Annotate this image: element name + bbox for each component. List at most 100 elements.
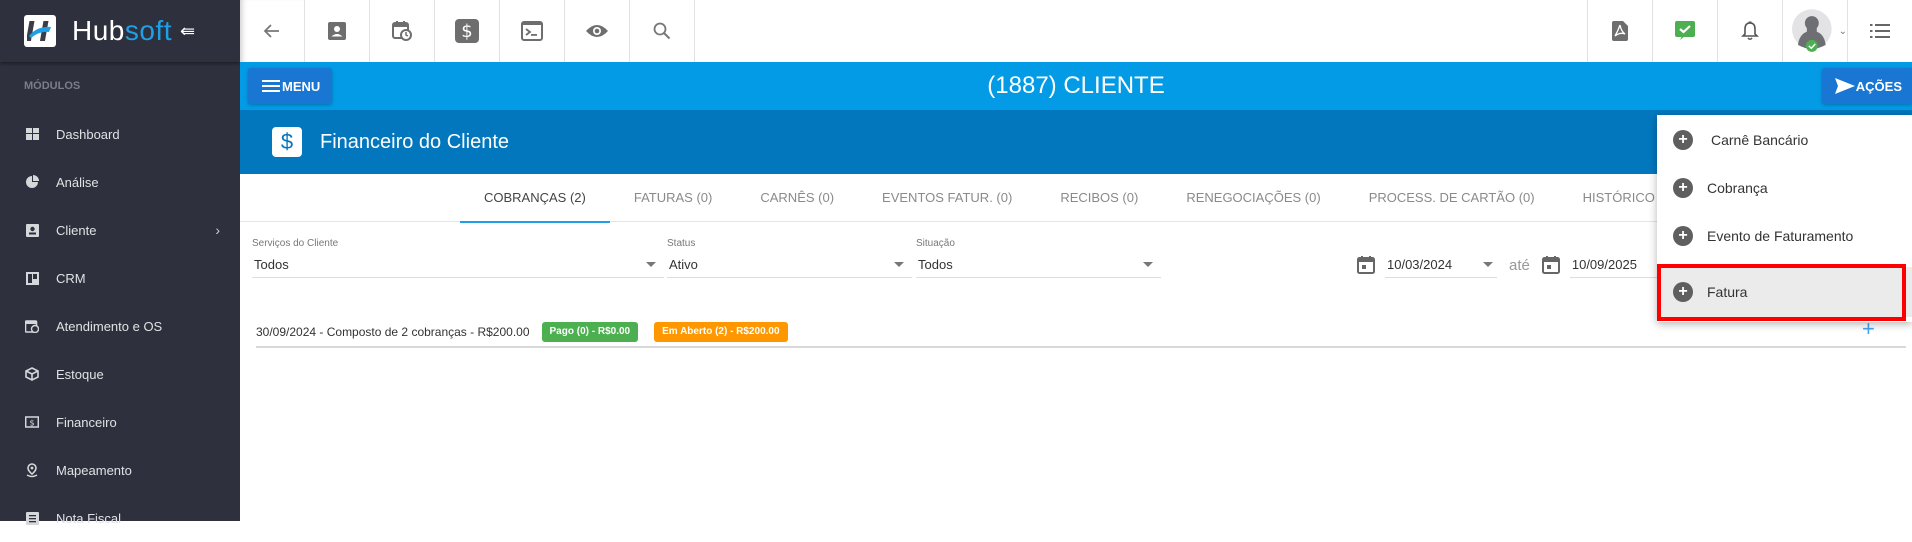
attendance-button[interactable] [370, 0, 435, 62]
back-arrow-icon [263, 24, 279, 38]
caret-down-icon [646, 262, 656, 267]
calendar-icon [1357, 256, 1375, 274]
view-button[interactable] [565, 0, 630, 62]
search-button[interactable] [630, 0, 695, 62]
sidebar-item-label: Nota Fiscal [56, 510, 122, 526]
sidebar-item-label: Financeiro [56, 414, 117, 430]
kanban-board-icon [24, 270, 40, 286]
back-button[interactable] [240, 0, 305, 62]
date-from-input[interactable]: 10/03/2024 [1385, 252, 1497, 278]
sidebar-item-crm[interactable]: CRM [0, 254, 240, 302]
contact-card-icon [24, 222, 40, 238]
modules-section-label: MÓDULOS [24, 80, 81, 92]
menu-button[interactable]: MENU [248, 68, 333, 104]
menu-label: MENU [282, 78, 321, 94]
actions-label: AÇÕES [1855, 78, 1902, 94]
plus-circle-icon: + [1673, 226, 1693, 246]
user-menu-button[interactable]: ⌄ [1782, 0, 1847, 62]
menu-item-cobranca[interactable]: + Cobrança [1657, 164, 1912, 212]
sidebar-item-dashboard[interactable]: Dashboard [0, 110, 240, 158]
open-badge[interactable]: Em Aberto (2) - R$200.00 [654, 322, 788, 342]
search-icon [653, 22, 671, 40]
tab-renegociacoes[interactable]: RENEGOCIAÇÕES (0) [1162, 174, 1344, 222]
sidebar-item-cliente[interactable]: Cliente › [0, 206, 240, 254]
date-separator: até [1509, 256, 1530, 274]
brand-bar: Hubsoft ⇚ [0, 0, 240, 62]
sidebar-item-estoque[interactable]: Estoque [0, 350, 240, 398]
menu-item-label: Cobrança [1707, 180, 1768, 196]
map-pin-icon [24, 462, 40, 478]
collapse-left-icon[interactable]: ⇚ [180, 21, 195, 42]
sidebar-item-nota-fiscal[interactable]: Nota Fiscal [0, 494, 240, 542]
situacao-select[interactable]: Todos [916, 252, 1161, 278]
terminal-button[interactable] [500, 0, 565, 62]
menu-item-fatura[interactable]: + Fatura [1657, 267, 1912, 317]
contact-card-icon [328, 22, 346, 40]
financial-button[interactable]: $ [435, 0, 500, 62]
top-toolbar: $ ⌄ [240, 0, 1912, 62]
sidebar-item-label: Estoque [56, 366, 104, 382]
actions-button[interactable]: AÇÕES [1821, 68, 1912, 104]
calendar-icon [1541, 256, 1560, 274]
tab-carnes[interactable]: CARNÊS (0) [736, 174, 858, 222]
sidebar-item-mapeamento[interactable]: Mapeamento [0, 446, 240, 494]
sidebar: Hubsoft ⇚ MÓDULOS Dashboard Análise Clie… [0, 0, 240, 526]
money-bill-icon: $ [24, 414, 40, 430]
hubsoft-logo[interactable] [24, 15, 56, 47]
date-range: 10/03/2024 até 10/09/2025 [1357, 252, 1682, 278]
menu-item-label: Carnê Bancário [1711, 132, 1809, 148]
sidebar-item-label: Cliente [56, 222, 97, 238]
pdf-button[interactable] [1587, 0, 1652, 62]
pie-chart-icon [24, 174, 40, 190]
sidebar-item-atendimento[interactable]: Atendimento e OS [0, 302, 240, 350]
date-from-value: 10/03/2024 [1387, 257, 1453, 272]
chat-check-icon [1675, 21, 1695, 40]
situacao-filter: Situação Todos [916, 238, 1161, 278]
svg-text:$: $ [29, 419, 34, 428]
tab-cobrancas[interactable]: COBRANÇAS (2) [460, 174, 610, 223]
send-icon [1834, 78, 1855, 94]
status-select[interactable]: Ativo [667, 252, 912, 278]
client-title: (1887) CLIENTE [987, 72, 1165, 99]
actions-dropdown-menu: + Carnê Bancário + Cobrança + Evento de … [1657, 115, 1912, 322]
sidebar-item-label: Mapeamento [56, 462, 132, 478]
calendar-clock-icon [392, 21, 412, 41]
dollar-icon: $ [272, 127, 302, 157]
situacao-select-value: Todos [918, 257, 953, 272]
sidebar-item-label: Atendimento e OS [56, 318, 163, 334]
tab-faturas[interactable]: FATURAS (0) [610, 174, 737, 222]
tab-eventos-fatur[interactable]: EVENTOS FATUR. (0) [858, 174, 1036, 222]
avatar [1792, 9, 1832, 52]
paid-badge[interactable]: Pago (0) - R$0.00 [541, 322, 639, 342]
dashboard-grid-icon [24, 126, 40, 142]
servicos-filter-label: Serviços do Cliente [252, 238, 339, 249]
client-header: (1887) CLIENTE MENU AÇÕES [240, 62, 1912, 110]
tab-process-cartao[interactable]: PROCESS. DE CARTÃO (0) [1345, 174, 1559, 222]
eye-icon [586, 25, 608, 37]
brand-name: Hubsoft [72, 15, 172, 47]
status-filter-label: Status [667, 238, 696, 249]
plus-circle-icon: + [1673, 178, 1693, 198]
sidebar-item-financeiro[interactable]: $ Financeiro [0, 398, 240, 446]
sidebar-item-analise[interactable]: Análise [0, 158, 240, 206]
notifications-button[interactable] [1717, 0, 1782, 62]
list-item[interactable]: 30/09/2024 - Composto de 2 cobranças - R… [256, 322, 1906, 348]
caret-down-icon [894, 262, 904, 267]
servicos-select[interactable]: Todos [252, 252, 664, 278]
brand-name-soft: soft [124, 15, 173, 46]
tab-recibos[interactable]: RECIBOS (0) [1036, 174, 1162, 222]
client-card-button[interactable] [305, 0, 370, 62]
menu-item-label: Evento de Faturamento [1707, 228, 1854, 244]
date-to-value: 10/09/2025 [1571, 257, 1637, 272]
dollar-icon: $ [455, 19, 479, 43]
chevron-down-icon: ⌄ [1838, 25, 1847, 37]
charge-group-summary: 30/09/2024 - Composto de 2 cobranças - R… [256, 325, 530, 339]
tasks-button[interactable] [1652, 0, 1717, 62]
menu-item-carne-bancario[interactable]: + Carnê Bancário [1657, 116, 1912, 164]
status-select-value: Ativo [669, 257, 698, 272]
plus-circle-icon: + [1673, 130, 1693, 150]
menu-item-evento-faturamento[interactable]: + Evento de Faturamento [1657, 212, 1912, 260]
list-menu-button[interactable] [1847, 0, 1912, 62]
plus-circle-icon: + [1673, 282, 1693, 302]
brand-name-hub: Hub [72, 15, 125, 46]
